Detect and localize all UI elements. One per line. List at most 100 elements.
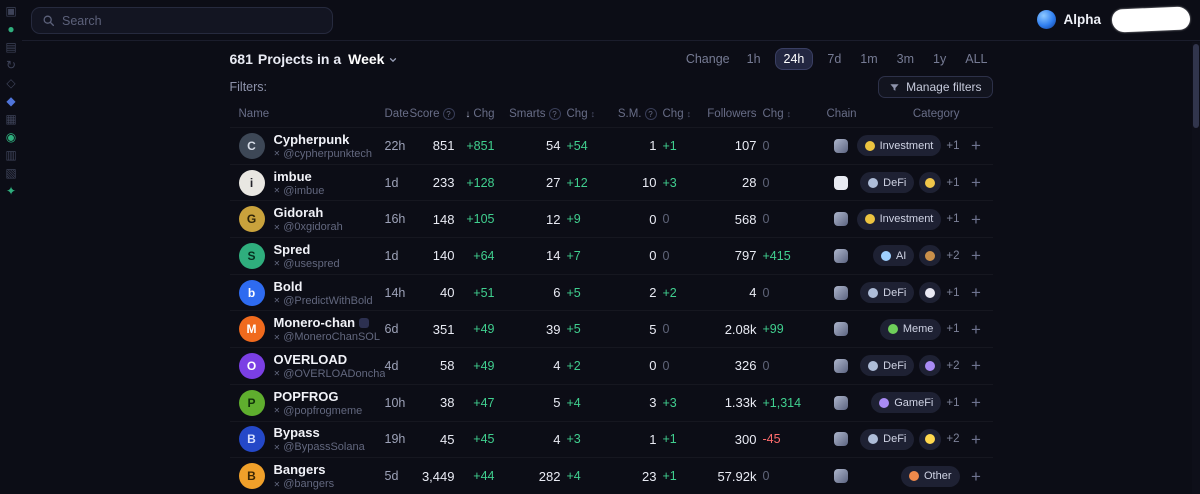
rail-icon[interactable]: ▧ — [5, 167, 16, 179]
score-cell: 45 — [440, 431, 455, 447]
project-name[interactable]: OVERLOAD — [274, 352, 348, 367]
project-handle[interactable]: @popfrogmeme — [274, 405, 362, 417]
range-1y[interactable]: 1y — [928, 49, 951, 70]
add-to-watchlist-button[interactable]: + — [967, 319, 985, 340]
manage-filters-button[interactable]: Manage filters — [878, 76, 993, 98]
project-name[interactable]: POPFROG — [274, 389, 339, 404]
alpha-badge[interactable]: Alpha — [1037, 10, 1101, 29]
table-row[interactable]: i imbue @imbue 1d 233 +128 27 +12 10 +3 … — [229, 163, 993, 201]
table-row[interactable]: C Cypherpunk @cypherpunktech 22h 851 +85… — [229, 127, 993, 164]
search-box[interactable] — [31, 7, 333, 34]
rail-icon[interactable]: ▦ — [5, 113, 16, 125]
column-header-followers[interactable]: Followers — [707, 108, 756, 120]
table-row[interactable]: O OVERLOAD @OVERLOADonchain 4d 58 +49 4 … — [229, 347, 993, 384]
add-to-watchlist-button[interactable]: + — [967, 245, 985, 266]
category-pill-secondary[interactable] — [919, 245, 942, 267]
category-pill-secondary[interactable] — [919, 428, 942, 450]
score-change-cell: +44 — [473, 469, 495, 484]
add-to-watchlist-button[interactable]: + — [967, 429, 985, 450]
rail-icon[interactable]: ▥ — [5, 149, 16, 161]
time-range-selector: Change 1h 24h 7d 1m 3m 1y ALL — [686, 47, 993, 71]
rail-icon[interactable]: ● — [7, 23, 14, 35]
column-header-smarts[interactable]: Smarts? — [495, 108, 561, 120]
rail-icon[interactable]: ◆ — [6, 95, 15, 107]
add-to-watchlist-button[interactable]: + — [967, 355, 985, 376]
table-row[interactable]: P POPFROG @popfrogmeme 10h 38 +47 5 +4 3… — [229, 383, 993, 421]
add-to-watchlist-button[interactable]: + — [967, 172, 985, 193]
column-header-score[interactable]: Score? — [409, 108, 455, 120]
category-pill[interactable]: DeFi — [860, 172, 915, 194]
column-header-score-change[interactable]: ↓ Chg — [455, 108, 494, 120]
category-pill-secondary[interactable] — [919, 172, 942, 194]
project-handle[interactable]: @usespred — [274, 258, 339, 270]
range-3m[interactable]: 3m — [892, 49, 919, 70]
table-row[interactable]: B Bypass @BypassSolana 19h 45 +45 4 +3 1… — [229, 420, 993, 458]
table-row[interactable]: S Spred @usespred 1d 140 +64 14 +7 0 0 7… — [229, 237, 993, 274]
column-header-smarts-change[interactable]: Chg ↕ — [561, 108, 615, 120]
column-header-sm[interactable]: S.M.? — [615, 108, 657, 120]
category-pill[interactable]: AI — [872, 245, 915, 267]
project-name[interactable]: Bold — [274, 279, 303, 294]
project-handle[interactable]: @cypherpunktech — [274, 148, 372, 160]
project-handle[interactable]: @bangers — [274, 478, 334, 490]
project-handle[interactable]: @BypassSolana — [274, 441, 365, 453]
range-7d[interactable]: 7d — [822, 49, 846, 70]
sort-icon: ↕ — [786, 109, 792, 119]
table-row[interactable]: B Bangers @bangers 5d 3,449 +44 282 +4 2… — [229, 457, 993, 494]
range-1m[interactable]: 1m — [855, 49, 882, 70]
avatar: B — [238, 463, 265, 490]
column-header-sm-change[interactable]: Chg ↕ — [657, 108, 710, 120]
search-input[interactable] — [62, 13, 322, 28]
followers-change-cell: 0 — [762, 469, 770, 484]
category-pill[interactable]: Investment — [856, 135, 942, 157]
add-to-watchlist-button[interactable]: + — [967, 466, 985, 487]
rail-icon[interactable]: ▣ — [5, 5, 16, 17]
column-header-followers-change[interactable]: Chg ↕ — [757, 108, 827, 120]
category-pill[interactable]: DeFi — [860, 428, 915, 450]
help-icon[interactable]: ? — [548, 108, 561, 120]
project-name[interactable]: Spred — [274, 242, 311, 257]
category-pill[interactable]: GameFi — [871, 392, 942, 414]
project-name[interactable]: Bangers — [274, 462, 326, 477]
project-handle[interactable]: @PredictWithBold — [274, 295, 372, 307]
range-24h[interactable]: 24h — [774, 47, 814, 71]
table-row[interactable]: M Monero-chan @MoneroChanSOL 6d 351 +49 … — [229, 310, 993, 347]
app-root: ▣ ● ▤ ↻ ◇ ◆ ▦ ◉ ▥ ▧ ✦ Alpha — [0, 0, 1200, 494]
smarts-cell: 54 — [546, 138, 561, 154]
help-icon[interactable]: ? — [644, 108, 657, 120]
rail-icon[interactable]: ↻ — [6, 59, 16, 71]
category-pill-secondary[interactable] — [919, 282, 942, 304]
range-1h[interactable]: 1h — [742, 49, 766, 70]
category-pill[interactable]: DeFi — [860, 282, 915, 304]
category-pill[interactable]: DeFi — [860, 355, 915, 377]
range-all[interactable]: ALL — [960, 49, 992, 70]
help-icon[interactable]: ? — [442, 108, 455, 120]
project-handle[interactable]: @MoneroChanSOL — [274, 331, 380, 343]
project-handle[interactable]: @OVERLOADonchain — [274, 368, 384, 380]
category-pill-secondary[interactable] — [919, 355, 942, 377]
add-to-watchlist-button[interactable]: + — [967, 209, 985, 230]
project-handle[interactable]: @imbue — [274, 185, 324, 197]
table-row[interactable]: b Bold @PredictWithBold 14h 40 +51 6 +5 … — [229, 273, 993, 311]
add-to-watchlist-button[interactable]: + — [967, 282, 985, 303]
rail-icon[interactable]: ◉ — [6, 131, 16, 143]
project-name[interactable]: Gidorah — [274, 205, 324, 220]
add-to-watchlist-button[interactable]: + — [967, 135, 985, 156]
rail-icon[interactable]: ◇ — [6, 77, 15, 89]
category-pill[interactable]: Other — [900, 465, 960, 487]
category-icon — [868, 177, 879, 188]
scrollbar-thumb[interactable] — [1193, 44, 1199, 128]
scrollbar[interactable] — [1192, 42, 1200, 494]
rail-icon[interactable]: ✦ — [6, 185, 16, 197]
project-name[interactable]: Cypherpunk — [274, 132, 350, 147]
period-dropdown[interactable]: Week — [346, 51, 398, 67]
category-pill[interactable]: Investment — [856, 208, 942, 230]
rail-icon[interactable]: ▤ — [5, 41, 16, 53]
project-name[interactable]: Bypass — [274, 425, 320, 440]
project-name[interactable]: imbue — [274, 169, 312, 184]
project-name[interactable]: Monero-chan — [274, 315, 356, 330]
project-handle[interactable]: @0xgidorah — [274, 221, 342, 233]
add-to-watchlist-button[interactable]: + — [967, 392, 985, 413]
table-row[interactable]: G Gidorah @0xgidorah 16h 148 +105 12 +9 … — [229, 200, 993, 237]
category-pill[interactable]: Meme — [879, 318, 942, 340]
